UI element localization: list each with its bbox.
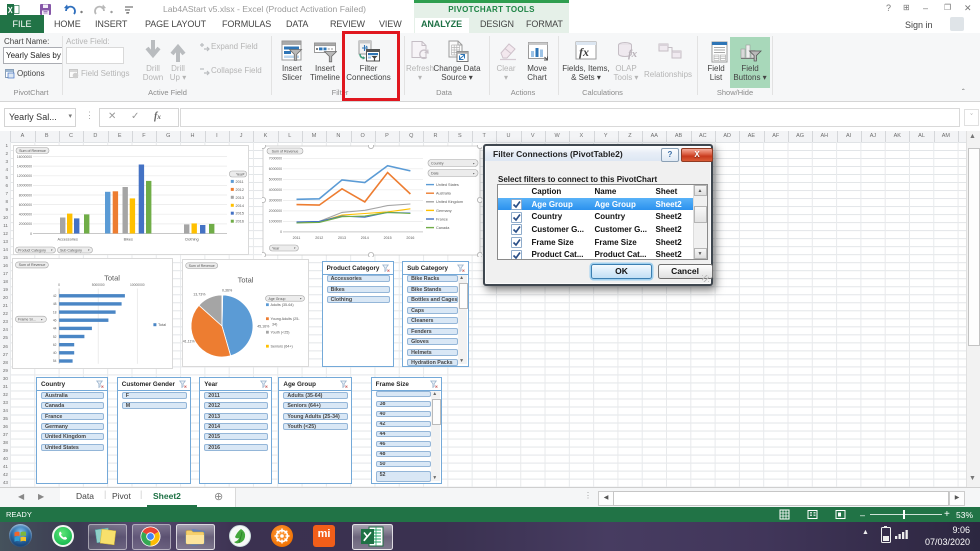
svg-text:13,73%: 13,73%: [193, 292, 206, 296]
svg-text:1000000: 1000000: [269, 220, 282, 224]
svg-text:France: France: [436, 217, 448, 221]
svg-text:0,36%: 0,36%: [222, 289, 233, 293]
svg-text:0: 0: [58, 283, 60, 287]
svg-text:Bikes: Bikes: [124, 238, 133, 242]
svg-text:2000000: 2000000: [269, 209, 282, 213]
svg-text:Country: Country: [431, 162, 444, 166]
svg-text:Year: Year: [272, 246, 280, 250]
svg-text:4000000: 4000000: [19, 213, 32, 217]
svg-text:8000000: 8000000: [19, 193, 32, 197]
svg-text:fx: fx: [579, 45, 589, 59]
svg-text:Sum of Revenue: Sum of Revenue: [189, 264, 215, 268]
svg-text:6000000: 6000000: [19, 203, 32, 207]
svg-text:44: 44: [52, 327, 56, 331]
svg-text:2012: 2012: [236, 188, 244, 192]
svg-text:2013: 2013: [338, 236, 346, 240]
svg-text:2011: 2011: [293, 236, 301, 240]
svg-text:United Kingdom: United Kingdom: [436, 200, 463, 204]
svg-text:Germany: Germany: [436, 209, 452, 213]
svg-text:Seniors (64+): Seniors (64+): [271, 345, 293, 349]
svg-text:48: 48: [52, 302, 56, 306]
svg-text:Young Adults (25-: Young Adults (25-: [271, 317, 301, 321]
svg-text:fx: fx: [628, 48, 638, 60]
svg-text:Canada: Canada: [436, 226, 450, 230]
svg-text:18: 18: [52, 310, 56, 314]
svg-text:Age Group: Age Group: [269, 297, 286, 301]
svg-text:16000000: 16000000: [17, 155, 32, 159]
svg-text:0: 0: [30, 232, 32, 236]
svg-text:2013: 2013: [236, 196, 244, 200]
svg-text:10000000: 10000000: [130, 283, 145, 287]
svg-text:62: 62: [52, 343, 56, 347]
svg-text:2014: 2014: [236, 204, 244, 208]
svg-text:6000000: 6000000: [269, 167, 282, 171]
svg-text:52: 52: [52, 335, 56, 339]
svg-text:Date: Date: [431, 172, 439, 176]
svg-text:2011: 2011: [236, 180, 244, 184]
svg-text:2000000: 2000000: [19, 222, 32, 226]
svg-text:7000000: 7000000: [269, 157, 282, 161]
svg-text:54: 54: [52, 359, 56, 363]
svg-text:5000000: 5000000: [91, 283, 104, 287]
svg-text:34): 34): [272, 323, 277, 327]
svg-text:Total: Total: [104, 274, 120, 283]
svg-text:3000000: 3000000: [269, 199, 282, 203]
svg-text:41,11%: 41,11%: [183, 340, 196, 344]
svg-text:45,16%: 45,16%: [257, 324, 270, 328]
svg-text:46: 46: [52, 319, 56, 323]
svg-text:14000000: 14000000: [17, 164, 32, 168]
svg-text:United States: United States: [436, 183, 459, 187]
svg-text:Sum of Revenue: Sum of Revenue: [272, 149, 299, 153]
svg-text:Australia: Australia: [436, 192, 452, 196]
svg-text:12000000: 12000000: [17, 174, 32, 178]
svg-text:4000000: 4000000: [269, 188, 282, 192]
svg-text:Adults (35-64): Adults (35-64): [271, 303, 294, 307]
svg-text:Clothing: Clothing: [185, 238, 199, 242]
svg-text:40: 40: [52, 351, 56, 355]
svg-text:2014: 2014: [361, 236, 369, 240]
svg-text:Product Category: Product Category: [18, 248, 46, 252]
svg-text:2015: 2015: [236, 212, 244, 216]
svg-text:Total: Total: [158, 323, 166, 327]
svg-text:10000000: 10000000: [17, 184, 32, 188]
svg-text:Frame Si...: Frame Si...: [18, 318, 36, 322]
svg-text:2016: 2016: [236, 220, 244, 224]
svg-text:Sum of Revenue: Sum of Revenue: [19, 149, 46, 153]
svg-text:Total: Total: [238, 276, 254, 285]
svg-text:0: 0: [280, 230, 282, 234]
svg-text:5000000: 5000000: [269, 178, 282, 182]
svg-text:42: 42: [52, 294, 56, 298]
svg-text:Sum of Revenue: Sum of Revenue: [18, 263, 45, 267]
svg-text:2015: 2015: [384, 236, 392, 240]
svg-text:Youth (<25): Youth (<25): [271, 331, 290, 335]
svg-text:2016: 2016: [406, 236, 414, 240]
svg-text:2012: 2012: [315, 236, 323, 240]
svg-text:Sub Category: Sub Category: [60, 248, 82, 252]
svg-text:Accessories: Accessories: [57, 238, 78, 242]
